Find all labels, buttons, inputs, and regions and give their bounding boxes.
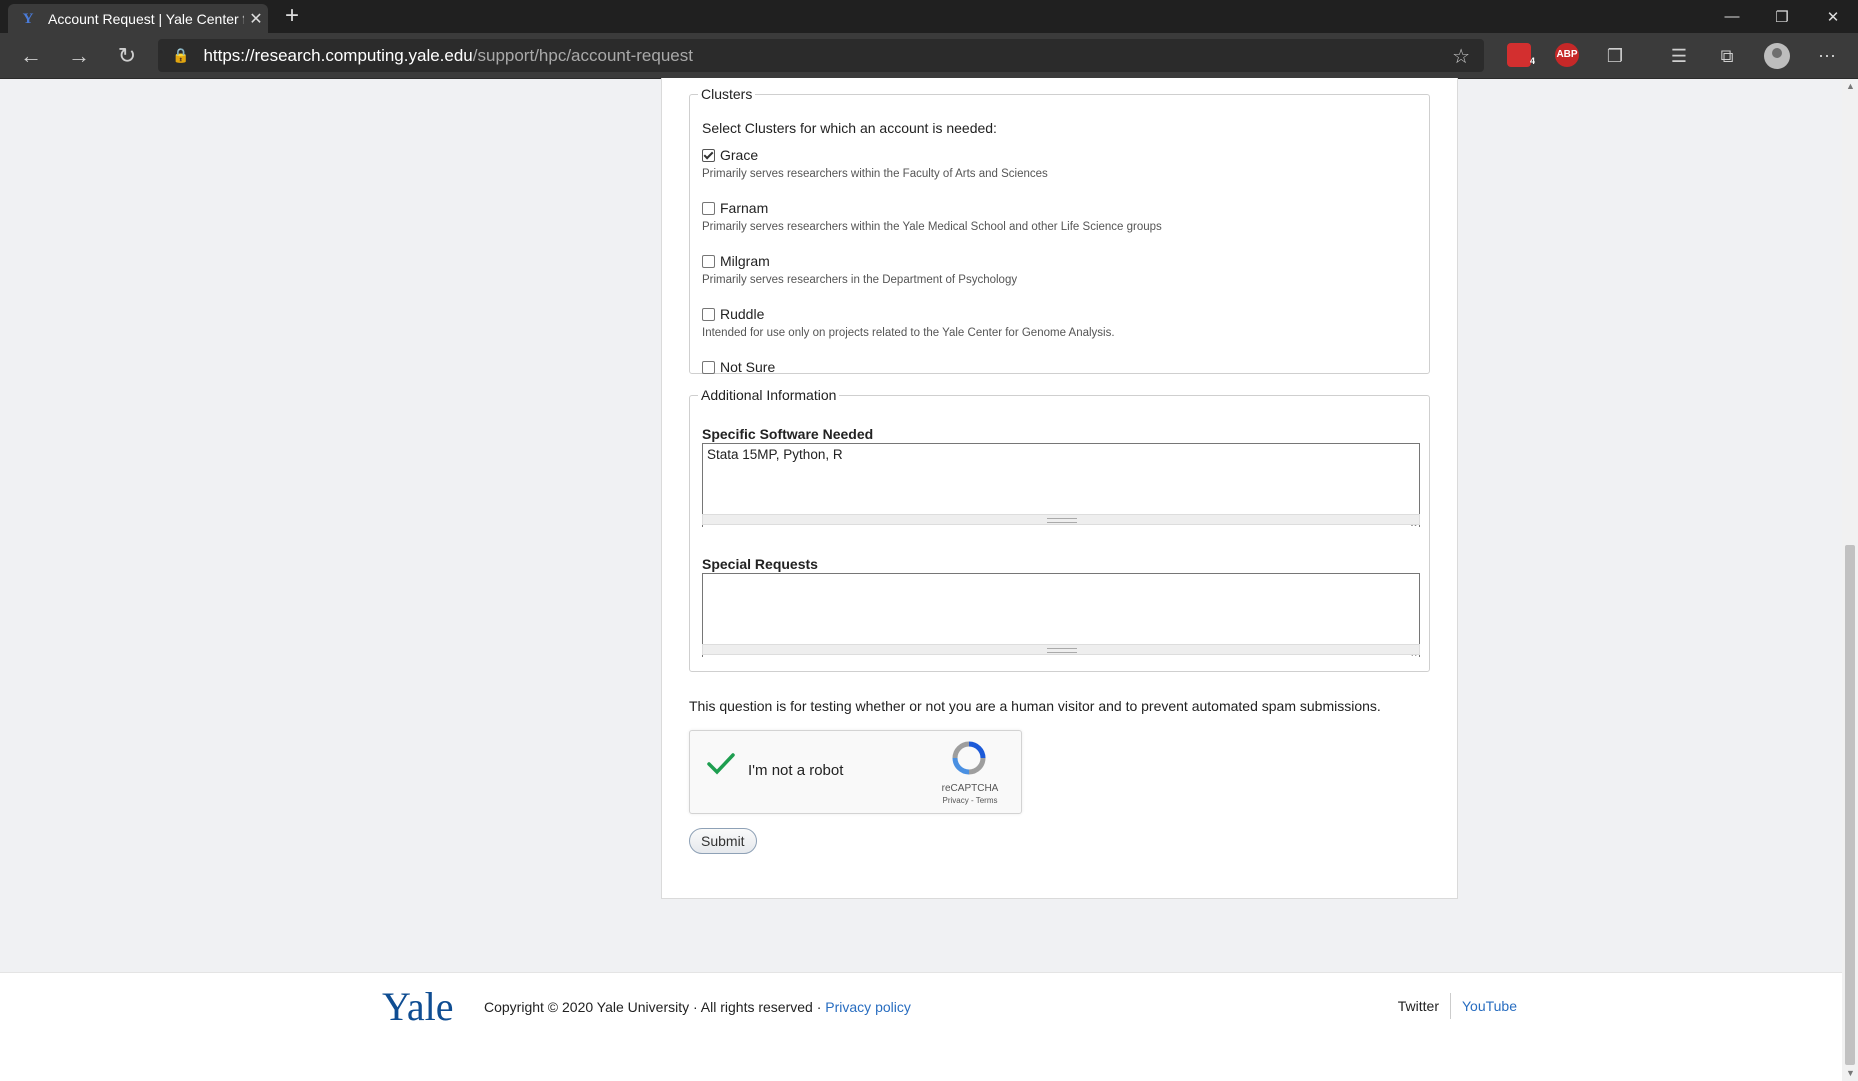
recaptcha-widget: I'm not a robot reCAPTCHA Privacy - Term… (689, 730, 1022, 814)
profile-avatar[interactable] (1764, 43, 1790, 69)
page-scrollbar[interactable]: ▲ ▼ (1842, 79, 1858, 1080)
extension-icon[interactable]: ❐ (1602, 43, 1628, 69)
requests-label: Special Requests (702, 556, 818, 572)
clusters-legend: Clusters (701, 86, 753, 102)
submit-button[interactable]: Submit (689, 828, 757, 854)
social-links: Twitter YouTube (1398, 993, 1517, 1019)
cluster-option-not-sure[interactable]: Not Sure (702, 359, 775, 375)
cluster-description: Intended for use only on projects relate… (702, 327, 1115, 339)
forward-icon[interactable]: → (64, 41, 94, 71)
cluster-label: Milgram (720, 253, 770, 269)
window-close-icon[interactable]: ✕ (1808, 0, 1858, 33)
checkmark-icon[interactable] (706, 749, 736, 779)
recaptcha-brand: reCAPTCHA (941, 783, 999, 794)
captcha-note: This question is for testing whether or … (689, 698, 1381, 714)
checkbox[interactable] (702, 307, 715, 321)
cluster-description: Primarily serves researchers within the … (702, 221, 1162, 233)
extension-badge-icon[interactable]: 4 (1507, 43, 1535, 67)
browser-tab[interactable]: Y Account Request | Yale Center fo ✕ (8, 4, 268, 33)
browser-toolbar: ← → ↻ 🔒 https://research.computing.yale.… (0, 33, 1858, 79)
more-menu-icon[interactable]: ⋯ (1814, 43, 1840, 69)
scroll-down-icon[interactable]: ▼ (1846, 1068, 1855, 1078)
new-tab-icon[interactable]: + (278, 2, 306, 30)
scroll-up-icon[interactable]: ▲ (1846, 81, 1855, 91)
cluster-option-ruddle[interactable]: Ruddle (702, 306, 764, 322)
software-resize-handle[interactable] (702, 514, 1420, 525)
scroll-thumb[interactable] (1845, 545, 1855, 1065)
additional-info-legend: Additional Information (701, 387, 837, 403)
tab-title: Account Request | Yale Center fo (48, 10, 244, 27)
copyright-text: Copyright © 2020 Yale University · All r… (484, 999, 911, 1015)
clusters-fieldset: Clusters Select Clusters for which an ac… (689, 86, 1430, 375)
cluster-description: Primarily serves researchers in the Depa… (702, 274, 1018, 286)
collections-icon[interactable]: ⧉ (1714, 43, 1740, 69)
back-icon[interactable]: ← (16, 41, 46, 71)
adblock-icon[interactable]: ABP (1555, 43, 1579, 67)
additional-info-fieldset: Additional Information Specific Software… (689, 387, 1430, 672)
minimize-icon[interactable]: — (1707, 0, 1757, 33)
recaptcha-logo-icon (952, 741, 986, 775)
cluster-option-milgram[interactable]: Milgram (702, 253, 770, 269)
requests-resize-handle[interactable] (702, 644, 1420, 655)
checkbox[interactable] (702, 254, 715, 268)
cluster-option-grace[interactable]: Grace (702, 147, 758, 163)
cluster-label: Not Sure (720, 359, 776, 375)
yale-favicon-icon: Y (22, 10, 34, 27)
youtube-link[interactable]: YouTube (1451, 993, 1517, 1019)
checkbox-checked[interactable] (702, 148, 715, 162)
cluster-label: Ruddle (720, 306, 765, 322)
privacy-policy-link[interactable]: Privacy policy (825, 999, 911, 1015)
url-host: https://research.computing.yale.edu (203, 45, 473, 65)
lock-icon: 🔒 (172, 47, 190, 63)
checkbox[interactable] (702, 360, 715, 374)
refresh-icon[interactable]: ↻ (112, 41, 142, 71)
software-label: Specific Software Needed (702, 426, 874, 442)
yale-logo[interactable]: Yale (382, 983, 454, 1030)
cluster-label: Grace (720, 147, 759, 163)
url-path: /support/hpc/account-request (472, 45, 693, 65)
restore-icon[interactable]: ❐ (1757, 0, 1807, 33)
address-bar[interactable]: 🔒 https://research.computing.yale.edu/su… (158, 39, 1484, 72)
form-card: Clusters Select Clusters for which an ac… (661, 78, 1458, 899)
cluster-option-farnam[interactable]: Farnam (702, 200, 768, 216)
recaptcha-links[interactable]: Privacy - Terms (930, 796, 1010, 805)
favorite-star-icon[interactable]: ☆ (1452, 44, 1470, 69)
twitter-link[interactable]: Twitter (1398, 993, 1451, 1019)
software-value: Stata 15MP, Python, R (707, 447, 843, 462)
extension-badge-count: 4 (1529, 56, 1535, 66)
tab-strip: Y Account Request | Yale Center fo ✕ + —… (0, 0, 1858, 33)
cluster-description: Primarily serves researchers within the … (702, 168, 1048, 180)
page-footer: Yale Copyright © 2020 Yale University · … (0, 972, 1842, 1081)
checkbox[interactable] (702, 201, 715, 215)
close-tab-icon[interactable]: ✕ (244, 9, 268, 29)
cluster-label: Farnam (720, 200, 769, 216)
clusters-help: Select Clusters for which an account is … (702, 120, 997, 136)
recaptcha-label: I'm not a robot (748, 762, 844, 779)
copyright-label: Copyright © 2020 Yale University · All r… (484, 999, 826, 1015)
favorites-icon[interactable]: ☰ (1666, 43, 1692, 69)
